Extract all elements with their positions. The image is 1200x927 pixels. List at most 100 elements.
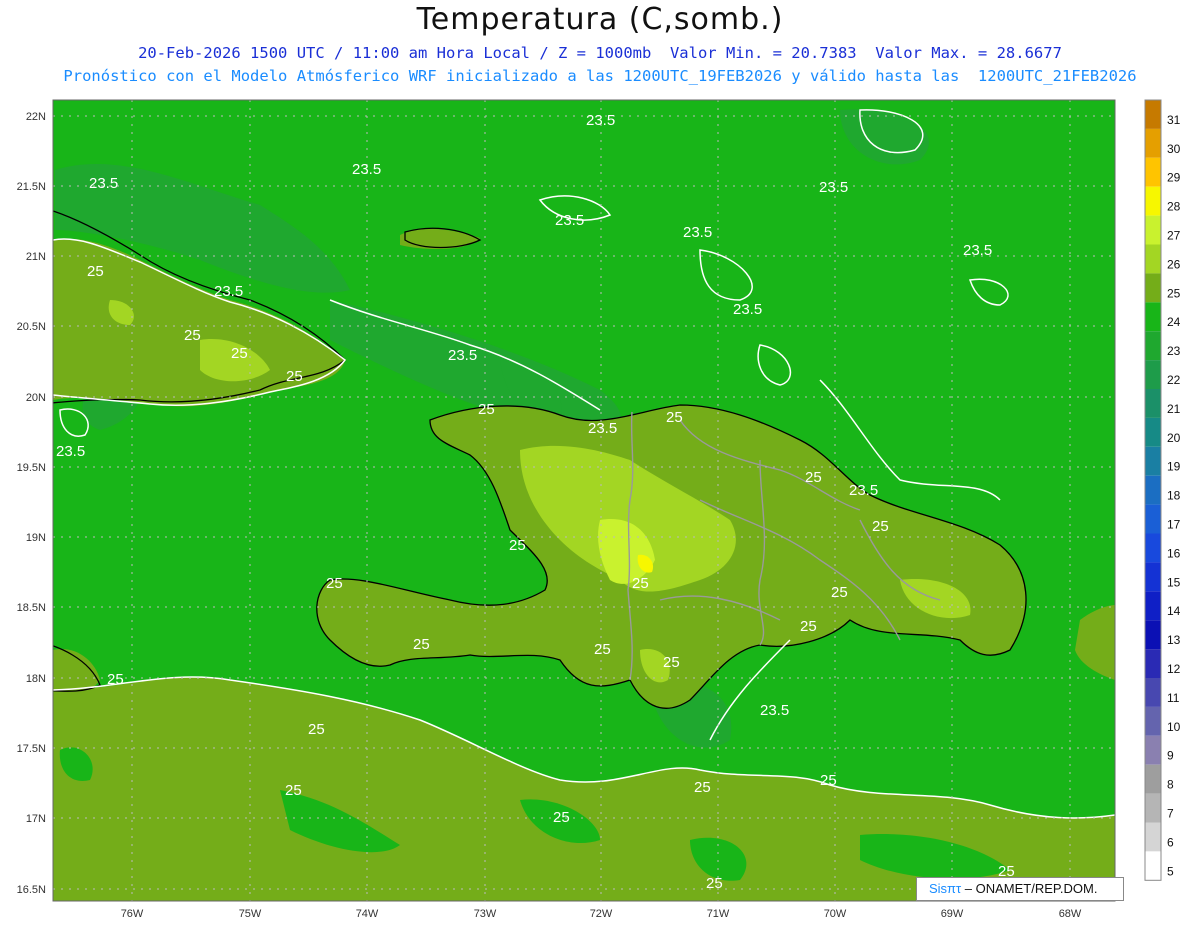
contour-label: 23.5 bbox=[963, 242, 992, 259]
colorbar-swatch bbox=[1145, 360, 1161, 389]
lon-label: 72W bbox=[590, 908, 613, 920]
contour-label: 25 bbox=[231, 345, 248, 362]
lat-label: 17.5N bbox=[17, 743, 46, 755]
colorbar-label: 14 bbox=[1167, 604, 1181, 618]
lon-label: 76W bbox=[121, 908, 144, 920]
contour-label: 23.5 bbox=[555, 212, 584, 229]
colorbar-swatch bbox=[1145, 533, 1161, 563]
contour-label: 25 bbox=[632, 575, 649, 592]
contour-label: 23.5 bbox=[89, 175, 118, 192]
onamet-credit-text: – ONAMET/REP.DOM. bbox=[961, 881, 1098, 896]
colorbar-swatch bbox=[1145, 822, 1161, 852]
colorbar-swatch bbox=[1145, 215, 1161, 245]
contour-label: 25 bbox=[107, 671, 124, 688]
contour-label: 25 bbox=[805, 469, 822, 486]
colorbar-label: 15 bbox=[1167, 575, 1181, 589]
colorbar-label: 18 bbox=[1167, 489, 1181, 503]
colorbar-label: 28 bbox=[1167, 200, 1181, 214]
colorbar-label: 9 bbox=[1167, 749, 1174, 763]
contour-label: 23.5 bbox=[586, 112, 615, 129]
colorbar-swatch bbox=[1145, 764, 1161, 794]
lon-label: 68W bbox=[1059, 908, 1082, 920]
colorbar-label: 30 bbox=[1167, 142, 1181, 156]
contour-label: 25 bbox=[413, 636, 430, 653]
lat-label: 20N bbox=[26, 392, 46, 404]
contour-label: 25 bbox=[326, 575, 343, 592]
contour-label: 23.5 bbox=[760, 702, 789, 719]
contour-label: 23.5 bbox=[683, 224, 712, 241]
sispi-logo-text: Sisπτ bbox=[929, 881, 962, 896]
lat-label: 19.5N bbox=[17, 462, 46, 474]
colorbar-label: 23 bbox=[1167, 344, 1181, 358]
colorbar-label: 19 bbox=[1167, 460, 1181, 474]
lat-label: 16.5N bbox=[17, 884, 46, 896]
colorbar-label: 31 bbox=[1167, 113, 1181, 127]
lon-label: 69W bbox=[941, 908, 964, 920]
lat-label: 21N bbox=[26, 251, 46, 263]
temperature-map: 23.5 23.5 23.5 23.5 23.5 23.5 23.5 23.5 … bbox=[17, 99, 1181, 920]
colorbar-swatch bbox=[1145, 562, 1161, 592]
contour-label: 25 bbox=[694, 779, 711, 796]
map-field: 23.5 23.5 23.5 23.5 23.5 23.5 23.5 23.5 … bbox=[53, 100, 1115, 901]
contour-label: 23.5 bbox=[448, 347, 477, 364]
lon-label: 73W bbox=[474, 908, 497, 920]
colorbar-label: 7 bbox=[1167, 807, 1174, 821]
colorbar-swatch bbox=[1145, 417, 1161, 447]
colorbar: 31 30 29 28 27 26 25 24 23 22 21 20 19 18 17 16 15 14 13 12… bbox=[1144, 99, 1181, 881]
colorbar-label: 20 bbox=[1167, 431, 1181, 445]
lon-label: 75W bbox=[239, 908, 262, 920]
latitude-axis: 22N 21.5N 21N 20.5N 20N 19.5N 19N 18.5N … bbox=[17, 111, 46, 896]
colorbar-label: 29 bbox=[1167, 171, 1181, 185]
longitude-axis: 76W 75W 74W 73W 72W 71W 70W 69W 68W bbox=[121, 908, 1082, 920]
contour-label: 25 bbox=[553, 809, 570, 826]
contour-label: 25 bbox=[594, 641, 611, 658]
contour-label: 25 bbox=[706, 875, 723, 892]
colorbar-label: 13 bbox=[1167, 633, 1181, 647]
contour-label: 23.5 bbox=[733, 301, 762, 318]
colorbar-swatch bbox=[1145, 302, 1161, 332]
contour-label: 25 bbox=[663, 654, 680, 671]
colorbar-label: 21 bbox=[1167, 402, 1181, 416]
contour-label: 25 bbox=[308, 721, 325, 738]
colorbar-label: 27 bbox=[1167, 229, 1181, 243]
contour-label: 25 bbox=[666, 409, 683, 426]
contour-label: 25 bbox=[285, 782, 302, 799]
colorbar-label: 8 bbox=[1167, 778, 1174, 792]
colorbar-swatch bbox=[1145, 851, 1161, 881]
lon-label: 70W bbox=[824, 908, 847, 920]
colorbar-label: 10 bbox=[1167, 720, 1181, 734]
colorbar-label: 5 bbox=[1167, 864, 1174, 878]
colorbar-swatch bbox=[1145, 273, 1161, 303]
colorbar-swatch bbox=[1145, 128, 1161, 158]
lon-label: 71W bbox=[707, 908, 730, 920]
lat-label: 22N bbox=[26, 111, 46, 123]
colorbar-swatch bbox=[1145, 678, 1161, 707]
contour-label: 25 bbox=[478, 401, 495, 418]
contour-label: 23.5 bbox=[214, 283, 243, 300]
colorbar-swatch bbox=[1145, 100, 1161, 129]
colorbar-swatch bbox=[1145, 649, 1161, 678]
contour-label: 25 bbox=[820, 772, 837, 789]
colorbar-swatch bbox=[1145, 706, 1161, 736]
colorbar-swatch bbox=[1145, 591, 1161, 621]
contour-label: 25 bbox=[800, 618, 817, 635]
contour-label: 23.5 bbox=[588, 420, 617, 437]
contour-label: 25 bbox=[509, 537, 526, 554]
contour-label: 25 bbox=[87, 263, 104, 280]
colorbar-swatch bbox=[1145, 475, 1161, 505]
colorbar-label: 26 bbox=[1167, 257, 1181, 271]
colorbar-swatch bbox=[1145, 157, 1161, 187]
colorbar-swatch bbox=[1145, 620, 1161, 650]
contour-label: 23.5 bbox=[819, 179, 848, 196]
colorbar-label: 6 bbox=[1167, 835, 1174, 849]
lat-label: 20.5N bbox=[17, 321, 46, 333]
colorbar-swatch bbox=[1145, 186, 1161, 216]
colorbar-swatch bbox=[1145, 446, 1161, 476]
contour-label: 25 bbox=[831, 584, 848, 601]
contour-label: 23.5 bbox=[352, 161, 381, 178]
colorbar-swatch bbox=[1145, 331, 1161, 361]
colorbar-swatch bbox=[1145, 504, 1161, 534]
colorbar-swatch bbox=[1145, 735, 1161, 765]
contour-label: 25 bbox=[286, 368, 303, 385]
colorbar-swatch bbox=[1145, 244, 1161, 274]
